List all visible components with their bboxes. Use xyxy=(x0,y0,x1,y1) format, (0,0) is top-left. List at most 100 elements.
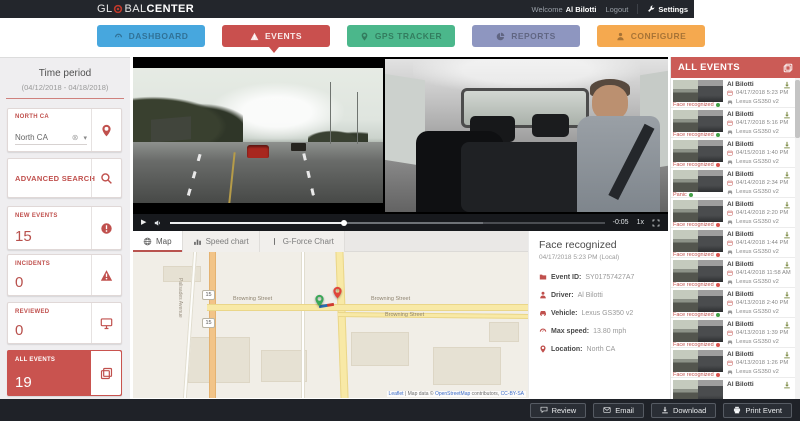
download-button[interactable]: Download xyxy=(651,403,716,418)
settings-label: Settings xyxy=(658,5,688,14)
map-road-browning xyxy=(207,304,528,311)
license-link[interactable]: CC-BY-SA xyxy=(501,391,524,397)
reviewed-card[interactable]: REVIEWED 0 xyxy=(7,302,122,344)
counter-value: 15 xyxy=(15,228,32,245)
download-icon[interactable] xyxy=(783,111,791,119)
download-icon xyxy=(661,406,669,414)
event-thumbnail xyxy=(673,170,723,192)
end-marker-pin-icon[interactable] xyxy=(331,286,344,299)
event-vehicle: Lexus GS350 v2 xyxy=(727,129,779,135)
event-list-item[interactable]: Face recognizedAl Bilotti04/13/2018 2:40… xyxy=(671,288,795,318)
all-events-card[interactable]: ALL EVENTS 19 xyxy=(7,350,122,396)
copy-icon[interactable] xyxy=(783,63,793,73)
download-icon[interactable] xyxy=(783,261,791,269)
download-icon[interactable] xyxy=(783,201,791,209)
playback-speed[interactable]: 1x xyxy=(637,219,644,226)
event-list-item[interactable]: Face recognizedAl Bilotti04/13/2018 1:39… xyxy=(671,318,795,348)
tabstrip-spacer xyxy=(345,231,528,251)
clear-selection-icon[interactable] xyxy=(72,133,79,142)
video-player[interactable] xyxy=(133,57,668,214)
car-icon xyxy=(727,369,733,375)
download-icon[interactable] xyxy=(783,231,791,239)
location-pin-icon xyxy=(539,345,547,353)
download-icon[interactable] xyxy=(783,291,791,299)
field-label: Max speed xyxy=(551,328,589,335)
nav-tab-gps-tracker[interactable]: GPS TRACKER xyxy=(347,25,455,47)
tab-map[interactable]: Map xyxy=(133,231,183,252)
thumb-road-pane xyxy=(673,140,698,162)
event-vehicle: Lexus GS350 v2 xyxy=(727,279,779,285)
thumb-cabin-pane xyxy=(698,80,723,102)
event-list-item[interactable]: Face recognizedAl Bilotti04/14/2018 1:44… xyxy=(671,228,795,258)
wrench-icon xyxy=(647,5,655,13)
event-datetime: 04/13/2018 1:39 PM xyxy=(727,330,788,336)
volume-icon[interactable] xyxy=(154,219,162,227)
event-list-item[interactable]: Face recognizedAl Bilotti04/13/2018 1:26… xyxy=(671,348,795,378)
map-road-vertical-yellow xyxy=(335,252,348,398)
event-list-item[interactable]: Face recognizedAl Bilotti04/14/2018 2:20… xyxy=(671,198,795,228)
download-icon[interactable] xyxy=(783,81,791,89)
download-icon[interactable] xyxy=(783,381,791,389)
nav-tab-configure[interactable]: CONFIGURE xyxy=(597,25,705,47)
tab-speed-chart[interactable]: Speed chart xyxy=(183,231,260,252)
incidents-card[interactable]: INCIDENTS 0 xyxy=(7,254,122,296)
email-button[interactable]: Email xyxy=(593,403,644,418)
location-select[interactable]: North CA xyxy=(15,133,87,145)
event-list-item[interactable]: Face recognizedAl Bilotti04/14/2018 11:5… xyxy=(671,258,795,288)
seek-bar[interactable] xyxy=(170,222,604,224)
header-divider xyxy=(637,4,638,14)
speedometer-icon xyxy=(539,327,547,335)
download-icon[interactable] xyxy=(783,351,791,359)
event-thumbnail xyxy=(673,290,723,312)
download-icon[interactable] xyxy=(783,321,791,329)
event-list-item[interactable]: Face recognizedAl Bilotti04/15/2018 1:40… xyxy=(671,138,795,168)
location-filter-label: NORTH CA xyxy=(15,114,49,120)
card-icon-zone xyxy=(91,255,121,295)
advanced-search-card[interactable]: ADVANCED SEARCH xyxy=(7,158,122,198)
thumb-road-pane xyxy=(673,110,698,132)
osm-link[interactable]: OpenStreetMap xyxy=(435,391,470,397)
event-details-panel: Face recognized 04/17/2018 5:23 PM (Loca… xyxy=(528,231,668,398)
event-thumbnail xyxy=(673,110,723,132)
detail-row-vehicle: Vehicle Lexus GS350 v2 xyxy=(539,309,666,317)
leaflet-link[interactable]: Leaflet xyxy=(389,391,404,397)
events-scrollbar[interactable] xyxy=(795,78,800,421)
map-attribution: Leaflet | Map data © OpenStreetMap contr… xyxy=(387,391,526,397)
warning-triangle-icon xyxy=(100,269,113,282)
settings-link[interactable]: Settings xyxy=(647,5,688,14)
time-period-title: Time period xyxy=(0,68,130,79)
event-type-label: Face recognized xyxy=(673,102,720,108)
logout-link[interactable]: Logout xyxy=(605,5,628,14)
dark-car xyxy=(291,143,306,151)
car-icon xyxy=(727,219,733,225)
map-view[interactable]: 15 15 Browning Street Browning Street Br… xyxy=(133,252,528,398)
start-marker-pin-icon[interactable] xyxy=(313,294,326,307)
status-dot-icon xyxy=(716,133,720,137)
play-button[interactable]: ▶ xyxy=(141,219,146,226)
top-header: GL BAL CENTER WelcomeAl Bilotti Logout S… xyxy=(0,0,694,18)
review-button[interactable]: Review xyxy=(530,403,587,418)
status-dot-icon xyxy=(716,343,720,347)
print-event-button[interactable]: Print Event xyxy=(723,403,792,418)
caret-down-icon[interactable] xyxy=(83,134,87,142)
welcome-prefix: Welcome xyxy=(532,5,563,14)
download-icon[interactable] xyxy=(783,141,791,149)
new-events-card[interactable]: NEW EVENTS 15 xyxy=(7,206,122,250)
tab-label: G-Force Chart xyxy=(283,237,334,246)
fullscreen-icon[interactable] xyxy=(652,219,660,227)
tab-g-force-chart[interactable]: G-Force Chart xyxy=(260,231,345,252)
utility-pole xyxy=(357,92,358,143)
location-filter-card[interactable]: NORTH CA North CA xyxy=(7,108,122,152)
seek-handle[interactable] xyxy=(341,220,347,226)
scrollbar-thumb[interactable] xyxy=(795,80,800,138)
download-icon[interactable] xyxy=(783,171,791,179)
nav-tab-dashboard[interactable]: DASHBOARD xyxy=(97,25,205,47)
nav-tab-reports[interactable]: REPORTS xyxy=(472,25,580,47)
nav-tab-events[interactable]: EVENTS xyxy=(222,25,330,47)
event-list-item[interactable]: Face recognizedAl Bilotti04/17/2018 5:16… xyxy=(671,108,795,138)
dashboard-icon xyxy=(114,32,123,41)
event-list-item[interactable]: PanicAl Bilotti04/14/2018 2:34 PMLexus G… xyxy=(671,168,795,198)
calendar-icon xyxy=(727,90,733,96)
event-list-item[interactable]: Face recognizedAl Bilotti04/17/2018 5:23… xyxy=(671,78,795,108)
route-shield: 15 xyxy=(202,318,215,328)
